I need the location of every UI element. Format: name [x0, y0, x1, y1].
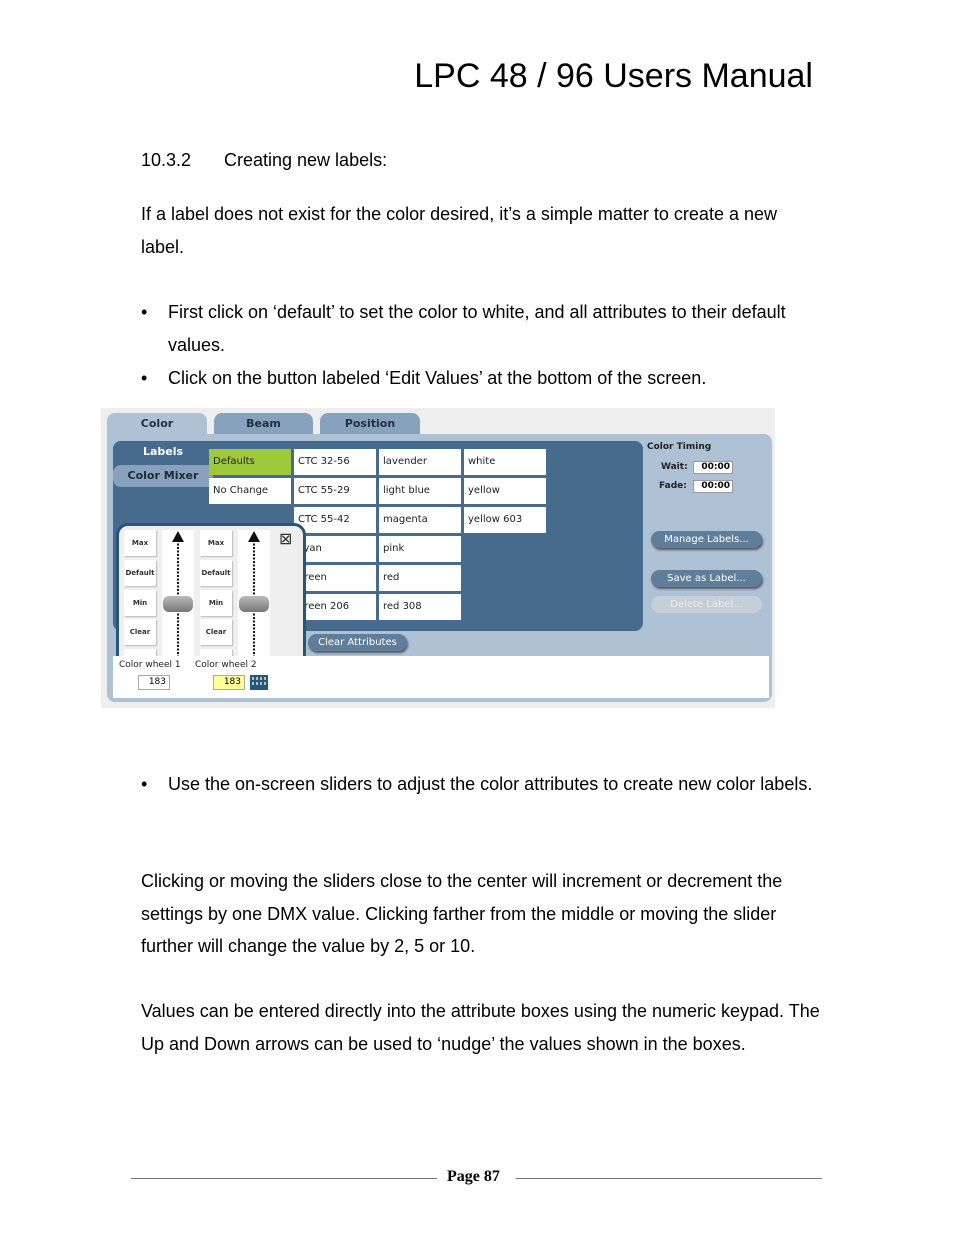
max-button[interactable]: Max: [200, 530, 232, 556]
slider-handle[interactable]: [163, 596, 193, 612]
label-cell[interactable]: cyan: [294, 536, 376, 562]
min-button[interactable]: Min: [124, 590, 156, 616]
slider-handle[interactable]: [239, 596, 269, 612]
label-cell[interactable]: green: [294, 565, 376, 591]
bullet-text: First click on ‘default’ to set the colo…: [168, 302, 786, 355]
color-wheel-2-label: Color wheel 2: [195, 660, 257, 670]
label-cell[interactable]: CTC 32-56: [294, 449, 376, 475]
fade-input[interactable]: 00:00: [693, 480, 733, 493]
bullet-text: Use the on-screen sliders to adjust the …: [168, 774, 813, 794]
bullet-dot-icon: •: [141, 368, 148, 388]
wait-input[interactable]: 00:00: [693, 461, 733, 474]
label-cell[interactable]: red: [379, 565, 461, 591]
label-cell[interactable]: yellow 603: [464, 507, 546, 533]
color-panel: Labels Color Mixer Defaults CTC 32-56 la…: [107, 434, 772, 702]
max-button[interactable]: Max: [124, 530, 156, 556]
bullet-item: • Use the on-screen sliders to adjust th…: [141, 768, 821, 833]
tab-beam[interactable]: Beam: [214, 413, 313, 435]
close-icon[interactable]: ⊠: [279, 531, 292, 547]
default-button[interactable]: Default: [124, 560, 156, 586]
bullet-dot-icon: •: [141, 774, 148, 794]
clear-button[interactable]: Clear: [200, 619, 232, 645]
clear-attributes-button[interactable]: Clear Attributes: [308, 634, 407, 651]
attribute-values-area: Color wheel 1 183 Color wheel 2 183: [113, 656, 769, 698]
manage-labels-button[interactable]: Manage Labels...: [651, 531, 762, 548]
color-timing-title: Color Timing: [647, 442, 712, 452]
clear-button[interactable]: Clear: [124, 619, 156, 645]
label-cell[interactable]: red 308: [379, 594, 461, 620]
keypad-icon[interactable]: [250, 675, 268, 690]
side-tab-color-mixer[interactable]: Color Mixer: [113, 465, 213, 487]
color-wheel-1-input[interactable]: 183: [138, 675, 170, 690]
min-button[interactable]: Min: [200, 590, 232, 616]
page-number: Page 87: [447, 1168, 500, 1185]
color-wheel-2-input[interactable]: 183: [213, 675, 245, 690]
tab-position[interactable]: Position: [320, 413, 420, 435]
color-wheel-1-label: Color wheel 1: [119, 660, 181, 670]
tab-color[interactable]: Color: [107, 413, 207, 435]
bullet-item: • Click on the button labeled ‘Edit Valu…: [141, 362, 821, 395]
values-paragraph: Values can be entered directly into the …: [141, 1001, 820, 1054]
label-cell[interactable]: CTC 55-29: [294, 478, 376, 504]
wait-label: Wait:: [661, 462, 688, 472]
side-tab-labels[interactable]: Labels: [113, 441, 213, 463]
label-no-change[interactable]: No Change: [209, 478, 291, 504]
section-number: 10.3.2: [141, 150, 192, 170]
label-defaults[interactable]: Defaults: [209, 449, 291, 475]
bullet-text: Click on the button labeled ‘Edit Values…: [168, 368, 707, 388]
delete-label-button[interactable]: Delete Label...: [651, 596, 762, 613]
label-cell[interactable]: yellow: [464, 478, 546, 504]
label-cell[interactable]: light blue: [379, 478, 461, 504]
label-cell[interactable]: magenta: [379, 507, 461, 533]
label-cell[interactable]: CTC 55-42: [294, 507, 376, 533]
bullet-item: • First click on ‘default’ to set the co…: [141, 296, 821, 361]
section-title: Creating new labels:: [224, 150, 388, 170]
sliders-paragraph: Clicking or moving the sliders close to …: [141, 871, 783, 956]
fade-label: Fade:: [659, 481, 687, 491]
label-cell[interactable]: white: [464, 449, 546, 475]
color-labels-screenshot: Color Beam Position Labels Color Mixer D…: [101, 408, 775, 708]
bullet-dot-icon: •: [141, 302, 148, 322]
label-cell[interactable]: pink: [379, 536, 461, 562]
document-header-title: LPC 48 / 96 Users Manual: [414, 57, 813, 95]
intro-paragraph: If a label does not exist for the color …: [141, 204, 777, 257]
label-cell[interactable]: lavender: [379, 449, 461, 475]
footer-rule-right: [516, 1178, 822, 1179]
default-button[interactable]: Default: [200, 560, 232, 586]
label-cell[interactable]: green 206: [294, 594, 376, 620]
footer-rule-left: [131, 1178, 437, 1179]
save-as-label-button[interactable]: Save as Label...: [651, 570, 762, 587]
